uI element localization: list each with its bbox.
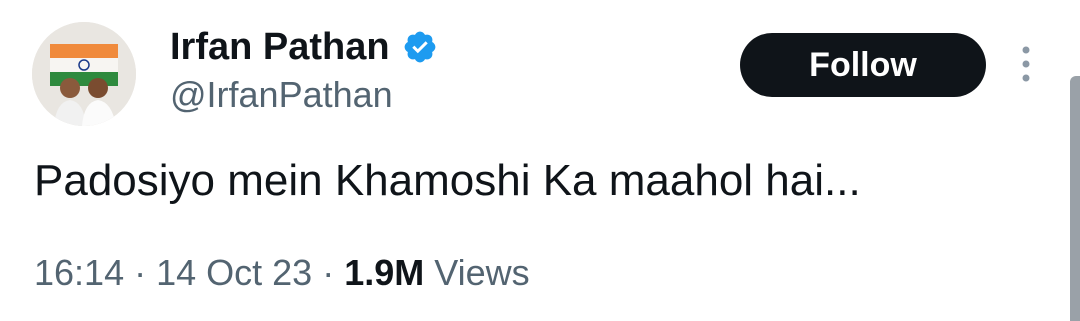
- tweet-text: Padosiyo mein Khamoshi Ka maahol hai...: [34, 156, 861, 205]
- views-label: Views: [434, 252, 530, 293]
- vertical-ellipsis-icon[interactable]: [1014, 44, 1038, 88]
- views-count: 1.9M: [344, 252, 425, 293]
- tweet-time[interactable]: 16:14: [34, 252, 124, 294]
- author-name-row: Irfan Pathan: [170, 24, 438, 70]
- author-handle[interactable]: @IrfanPathan: [170, 74, 393, 116]
- separator: ·: [322, 252, 335, 293]
- separator: ·: [134, 252, 147, 293]
- follow-button[interactable]: Follow: [740, 33, 986, 97]
- profile-photo: [32, 22, 136, 126]
- avatar[interactable]: [32, 22, 136, 126]
- tweet-meta: 16:14 · 14 Oct 23 · 1.9M Views: [34, 252, 530, 294]
- scrollbar[interactable]: [1070, 76, 1080, 321]
- tweet-date[interactable]: 14 Oct 23: [156, 252, 312, 294]
- verified-badge-icon: [402, 29, 438, 65]
- author-display-name[interactable]: Irfan Pathan: [170, 26, 390, 69]
